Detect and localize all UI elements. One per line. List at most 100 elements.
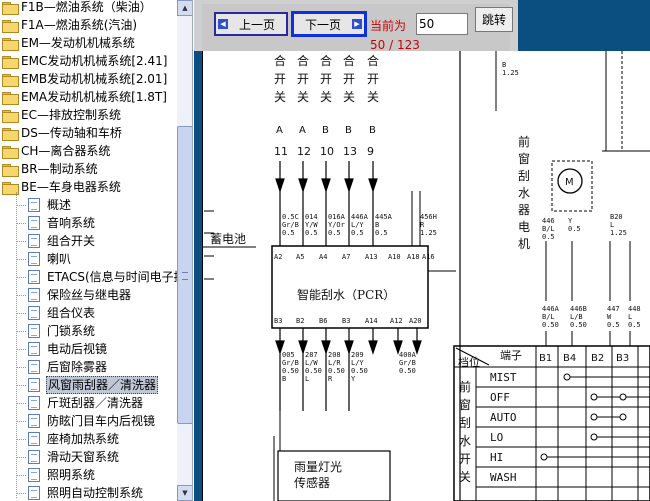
svg-text:0.50: 0.50	[399, 367, 416, 375]
svg-text:Y: Y	[568, 217, 573, 225]
tree-folder-item[interactable]: EM—发动机机械系统	[2, 34, 136, 52]
tree-doc-item[interactable]: 照明自动控制系统	[28, 484, 144, 501]
document-icon	[28, 324, 40, 338]
document-icon	[28, 234, 40, 248]
tree-folder-item[interactable]: BR—制动系统	[2, 160, 99, 178]
switch-label-char: 开	[297, 72, 309, 86]
svg-text:开: 开	[459, 452, 471, 466]
tree-doc-item[interactable]: 斤斑刮器／清洗器	[28, 394, 144, 412]
tree-doc-item[interactable]: 门锁系统	[28, 322, 96, 340]
chevron-down-icon: ▼	[182, 489, 188, 497]
tree-folder-item[interactable]: EC—排放控制系统	[2, 106, 122, 124]
tree-item-label: DS—传动轴和车桥	[21, 126, 122, 140]
document-icon	[28, 288, 40, 302]
tree-folder-item[interactable]: EMC发动机机械系统[2.41]	[2, 52, 168, 70]
switch-label-char: 合	[343, 53, 355, 68]
tree-connector	[16, 223, 26, 224]
wiring-diagram-svg: 合开关A11合开关A12合开关B10合开关B13合开关B9 0.5CGr/B0.…	[202, 51, 650, 501]
svg-text:0.50: 0.50	[570, 321, 587, 329]
tree-connector	[16, 457, 26, 458]
tree-item-label: 喇叭	[47, 252, 72, 266]
svg-text:前: 前	[459, 379, 471, 394]
tree-connector	[16, 421, 26, 422]
page-number-input[interactable]	[416, 13, 468, 35]
tree-doc-item[interactable]: 组合仪表	[28, 304, 96, 322]
page-count: 50 / 123	[370, 38, 420, 52]
tree-item-label: 斤斑刮器／清洗器	[47, 396, 144, 410]
svg-text:Gr/B: Gr/B	[282, 359, 299, 367]
scrollbar-thumb[interactable]	[177, 126, 192, 424]
tree-doc-item[interactable]: 电动后视镜	[28, 340, 108, 358]
switch-pin-number: 9	[367, 145, 374, 158]
tree-doc-item[interactable]: 防眩门目车内后视镜	[28, 412, 156, 430]
tree-vertical-scrollbar[interactable]: ▲ ▼	[177, 0, 192, 501]
tree-doc-item[interactable]: 座椅加热系统	[28, 430, 120, 448]
tree-connector	[16, 475, 26, 476]
tree-folder-item[interactable]: EMA发动机机械系统[1.8T]	[2, 88, 168, 106]
tree-connector	[16, 277, 26, 278]
wire-spec-labels: 0.5CGr/B0.5 014Y/W0.5 016AY/Or0.5 446AL/…	[282, 213, 437, 237]
next-page-label: 下一页	[304, 17, 341, 32]
tree-doc-item[interactable]: 概述	[28, 196, 72, 214]
switch-label-char: 开	[343, 72, 355, 86]
switch-label-char: 合	[320, 53, 332, 68]
tree-doc-item[interactable]: 喇叭	[28, 250, 72, 268]
go-to-page-button[interactable]: 跳转	[475, 7, 513, 32]
table-row-label: MIST	[490, 371, 517, 384]
tree-folder-item[interactable]: F1B—燃油系统（柴油）	[2, 0, 153, 16]
tree-folder-item[interactable]: BE—车身电器系统	[2, 178, 122, 196]
svg-text:B: B	[282, 375, 286, 383]
pcr-pin-label: A13	[365, 253, 378, 261]
folder-icon	[2, 91, 19, 105]
tree-connector-vertical	[16, 192, 17, 498]
switch-connector-letter: B	[322, 125, 329, 136]
tree-doc-item[interactable]: 滑动天窗系统	[28, 448, 120, 466]
switch-label-char: 关	[297, 90, 309, 104]
tree-doc-item[interactable]: 风窗雨刮器／清洗器	[28, 376, 159, 394]
tree-doc-item[interactable]: 音响系统	[28, 214, 96, 232]
tree-doc-item[interactable]: 后窗除雾器	[28, 358, 108, 376]
switch-label-char: 开	[367, 72, 379, 86]
pcr-pin-label: A2	[274, 253, 282, 261]
svg-text:208: 208	[328, 351, 341, 359]
svg-text:器: 器	[518, 203, 530, 217]
tree-doc-item[interactable]: 保险丝与继电器	[28, 286, 132, 304]
next-page-button[interactable]: 下一页 ▶	[291, 11, 367, 37]
tree-doc-item[interactable]: ETACS(信息与时间电子控制系统)	[28, 268, 177, 286]
tree-list: F1B—燃油系统（柴油） F1A—燃油系统(汽油) EM—发动机机械系统 EMC发动机…	[0, 0, 177, 501]
scroll-down-button[interactable]: ▼	[177, 485, 192, 501]
tree-doc-item[interactable]: 组合开关	[28, 232, 96, 250]
tree-connector	[16, 385, 26, 386]
pcr-bottom-pins: B3 B2 B6 B3 A14 A12 A20	[274, 317, 422, 325]
tree-folder-item[interactable]: F1A—燃油系统(汽油)	[2, 16, 138, 34]
svg-text:005: 005	[282, 351, 295, 359]
tree-folder-item[interactable]: DS—传动轴和车桥	[2, 124, 123, 142]
svg-text:0.5: 0.5	[282, 229, 295, 237]
arrow-left-icon: ◀	[218, 19, 228, 29]
svg-text:400A: 400A	[399, 351, 417, 359]
pcr-pin-label: A5	[296, 253, 304, 261]
tree-connector	[16, 439, 26, 440]
tree-connector	[16, 313, 26, 314]
switch-label-char: 合	[274, 53, 286, 68]
svg-text:0.5: 0.5	[328, 229, 341, 237]
tree-doc-item[interactable]: 照明系统	[28, 466, 96, 484]
pcr-pin-label: B6	[319, 317, 327, 325]
pcr-pin-label: A4	[319, 253, 327, 261]
document-icon	[28, 432, 40, 446]
svg-text:0.5: 0.5	[607, 321, 620, 329]
tree-item-label: BE—车身电器系统	[21, 180, 121, 194]
tree-item-label: 防眩门目车内后视镜	[47, 414, 156, 428]
tree-folder-item[interactable]: CH—离合器系统	[2, 142, 111, 160]
svg-text:0.50: 0.50	[542, 321, 559, 329]
prev-page-button[interactable]: ◀ 上一页	[214, 12, 288, 36]
folder-icon	[2, 37, 19, 51]
switch-side-label: 前窗刮 水开关	[459, 379, 471, 484]
tree-folder-item[interactable]: EMB发动机机械系统[2.01]	[2, 70, 168, 88]
svg-text:0.50: 0.50	[328, 367, 345, 375]
scroll-up-button[interactable]: ▲	[177, 0, 192, 16]
svg-text:L/Y: L/Y	[351, 359, 364, 367]
svg-text:448: 448	[628, 305, 641, 313]
document-icon	[28, 342, 40, 356]
prev-page-label: 上一页	[238, 17, 275, 32]
